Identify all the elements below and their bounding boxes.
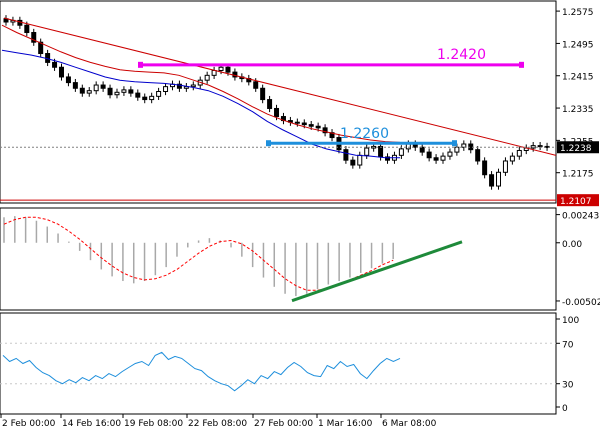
candle-body (79, 87, 85, 94)
candle-body (218, 66, 224, 71)
time-axis-tick-label: 14 Feb 16:00 (62, 419, 121, 429)
oscillator-axis-tick-label: 100 (562, 316, 579, 326)
candle-body (190, 84, 196, 88)
level-line-high-handle (519, 61, 524, 68)
candle-body (100, 84, 106, 89)
candle-body (433, 157, 439, 161)
price-axis-tick-label: 1.2175 (562, 170, 594, 180)
time-axis-tick-label: 2 Feb 00:00 (2, 419, 56, 429)
macd-axis-tick-label: 0.00 (562, 240, 582, 250)
candle-body (253, 81, 259, 89)
time-axis-tick-label: 19 Feb 08:00 (124, 419, 183, 429)
candle-body (274, 107, 280, 118)
candle-body (260, 87, 266, 101)
candle-body (294, 121, 300, 124)
low-marker-label: 1.2107 (560, 197, 592, 207)
candle-body (357, 154, 363, 166)
candle-body (315, 125, 321, 129)
macd-axis-tick-label: -0.00502 (562, 298, 600, 308)
level-label-high: 1.2420 (437, 47, 486, 63)
candle-body (502, 160, 508, 173)
level-line-high-handle (138, 61, 143, 68)
candle-body (142, 96, 148, 101)
candle-body (65, 76, 71, 84)
candle-body (93, 84, 99, 92)
oscillator-pane: 100 70 30 0 (0, 312, 579, 415)
candle-body (128, 89, 134, 94)
time-axis-tick-label: 22 Feb 08:00 (188, 419, 247, 429)
time-axis-tick-label: 27 Feb 00:00 (254, 419, 313, 429)
price-axis-tick-label: 1.2415 (562, 73, 594, 83)
candle-body (426, 151, 432, 159)
candle-body (52, 61, 58, 68)
candle-body (163, 86, 169, 92)
oscillator-axis-tick-label: 0 (562, 404, 568, 414)
trading-chart[interactable]: 1.25751.24951.24151.23351.22551.21751.24… (0, 0, 600, 433)
macd-signal-line (3, 216, 394, 291)
candle-body (350, 159, 356, 166)
candle-body (107, 87, 113, 96)
candle-body (398, 148, 404, 156)
candle-body (378, 145, 384, 158)
candle-body (447, 151, 453, 157)
candle-body (24, 24, 30, 34)
candle-body (440, 155, 446, 161)
candle-body (475, 149, 481, 162)
candle-body (405, 143, 411, 150)
candle-body (516, 149, 522, 157)
candle-body (204, 74, 210, 81)
candle-body (114, 91, 120, 96)
level-line-mid-handle (452, 140, 457, 147)
level-label-mid: 1.2260 (340, 126, 389, 142)
oscillator-line (2, 351, 401, 392)
candle-body (537, 145, 543, 148)
macd-pane: 0.00243 0.00 -0.00502 (0, 207, 600, 311)
candle-body (509, 155, 515, 162)
candle-body (225, 66, 231, 73)
candle-body (86, 90, 92, 94)
candle-body (149, 95, 155, 101)
price-pane: 1.25751.24951.24151.23351.22551.21751.24… (0, 0, 599, 207)
candle-body (135, 92, 141, 98)
oscillator-axis-tick-label: 70 (562, 340, 574, 350)
candle-body (267, 99, 273, 109)
macd-axis-tick-label: 0.00243 (562, 212, 599, 222)
candle-body (211, 69, 217, 76)
current-price-label: 1.2238 (560, 144, 592, 154)
time-axis: 2 Feb 00:00 14 Feb 16:00 19 Feb 08:00 22 Fe… (0, 414, 437, 429)
oscillator-axis-tick-label: 30 (562, 381, 574, 391)
time-axis-tick-label: 6 Mar 08:00 (382, 419, 437, 429)
oscillator-pane-frame (0, 312, 557, 415)
price-axis-tick-label: 1.2335 (562, 105, 594, 115)
candle-body (72, 82, 78, 89)
descending-trendline (3, 17, 557, 156)
time-axis-tick-label: 1 Mar 16:00 (318, 419, 373, 429)
macd-pane-frame (0, 207, 557, 311)
candle-body (301, 122, 307, 126)
price-pane-frame (0, 0, 557, 204)
candle-body (454, 146, 460, 153)
candle-body (343, 149, 349, 161)
candle-body (364, 147, 370, 156)
candle-body (121, 89, 127, 93)
level-line-mid-handle (266, 140, 271, 147)
price-axis-tick-label: 1.2575 (562, 8, 594, 18)
candle-body (489, 174, 495, 187)
candle-body (419, 146, 425, 153)
candle-body (58, 66, 64, 78)
candle-body (496, 171, 502, 187)
candle-body (482, 160, 488, 176)
candle-body (156, 90, 162, 97)
price-axis-tick-label: 1.2495 (562, 40, 594, 50)
candle-body (308, 124, 314, 127)
